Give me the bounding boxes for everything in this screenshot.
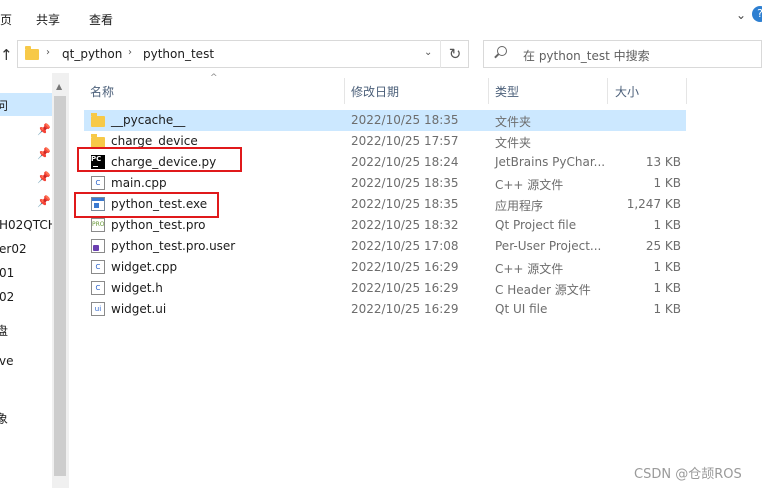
file-name: __pycache__	[111, 113, 186, 127]
column-header-type[interactable]: 类型	[489, 73, 607, 107]
file-row[interactable]: C main.cpp 2022/10/25 18:35 C++ 源文件 1 KB	[84, 173, 686, 194]
file-type: C++ 源文件	[495, 262, 564, 276]
cpp-file-icon: C	[91, 260, 105, 274]
help-icon[interactable]: ?	[752, 6, 762, 22]
file-name: widget.ui	[111, 302, 167, 316]
file-row[interactable]: PRO python_test.pro 2022/10/25 18:32 Qt …	[84, 215, 686, 236]
nav-item[interactable]: 象	[0, 410, 8, 427]
file-row[interactable]: C widget.h 2022/10/25 16:29 C Header 源文件…	[84, 278, 686, 299]
folder-icon	[25, 46, 39, 60]
nav-item[interactable]: 02	[0, 290, 14, 304]
file-type: 文件夹	[495, 115, 532, 129]
ui-file-icon: ui	[91, 302, 105, 316]
file-name: main.cpp	[111, 176, 167, 190]
file-size: 1 KB	[653, 218, 681, 232]
nav-item[interactable]: ve	[0, 354, 13, 368]
file-size: 1 KB	[653, 302, 681, 316]
up-arrow-icon[interactable]: ↑	[0, 46, 13, 64]
sort-ascending-icon: ^	[210, 73, 218, 83]
column-header-size[interactable]: 大小	[608, 73, 686, 107]
refresh-icon[interactable]: ↻	[440, 40, 469, 68]
ribbon: 页 共享 查看 ⌄ ?	[0, 0, 762, 37]
column-divider[interactable]	[686, 78, 687, 104]
file-date: 2022/10/25 16:29	[351, 281, 459, 295]
file-type: C++ 源文件	[495, 178, 564, 192]
collapse-ribbon-chevron-icon[interactable]: ⌄	[733, 8, 749, 24]
address-dropdown-icon[interactable]: ⌄	[424, 47, 432, 58]
file-date: 2022/10/25 16:29	[351, 302, 459, 316]
nav-item[interactable]: 01	[0, 266, 14, 280]
ribbon-tab-view[interactable]: 查看	[89, 11, 113, 28]
column-date-label: 修改日期	[351, 85, 400, 99]
breadcrumb-separator-icon[interactable]: ›	[128, 47, 132, 58]
file-date: 2022/10/25 16:29	[351, 260, 459, 274]
file-date: 2022/10/25 17:57	[351, 134, 459, 148]
file-date: 2022/10/25 18:35	[351, 113, 459, 127]
nav-item[interactable]: er02	[0, 242, 27, 256]
pin-icon: 📌	[37, 123, 51, 136]
file-date: 2022/10/25 18:35	[351, 197, 459, 211]
file-size: 1,247 KB	[626, 197, 681, 211]
ribbon-tab-home[interactable]: 页	[0, 11, 12, 28]
highlight-box-python-test-exe	[74, 192, 219, 218]
cpp-file-icon: C	[91, 176, 105, 190]
ribbon-tab-share[interactable]: 共享	[36, 11, 60, 28]
file-date: 2022/10/25 18:35	[351, 176, 459, 190]
search-placeholder: 在 python_test 中搜索	[523, 49, 650, 63]
column-name-label: 名称	[90, 85, 115, 99]
qt-project-icon: PRO	[91, 218, 105, 232]
breadcrumb-python-test[interactable]: python_test	[143, 47, 214, 61]
file-type: 文件夹	[495, 136, 532, 150]
folder-icon	[91, 113, 105, 127]
breadcrumb-separator-icon[interactable]: ›	[46, 47, 50, 58]
pin-icon: 📌	[37, 147, 51, 160]
file-row[interactable]: C widget.cpp 2022/10/25 16:29 C++ 源文件 1 …	[84, 257, 686, 278]
file-type: Per-User Project...	[495, 239, 602, 253]
search-icon	[497, 46, 507, 56]
file-date: 2022/10/25 17:08	[351, 239, 459, 253]
breadcrumb-qt-python[interactable]: qt_python	[62, 47, 122, 61]
pin-icon: 📌	[37, 195, 51, 208]
file-row[interactable]: ui widget.ui 2022/10/25 16:29 Qt UI file…	[84, 299, 686, 320]
column-type-label: 类型	[495, 85, 520, 99]
file-size: 1 KB	[653, 260, 681, 274]
file-size: 25 KB	[645, 239, 681, 253]
nav-item-quick-access[interactable]: 问	[0, 97, 8, 114]
header-file-icon: C	[91, 281, 105, 295]
nav-item[interactable]: H02QTCH	[0, 218, 57, 232]
column-size-label: 大小	[615, 85, 640, 99]
nav-scrollbar-thumb[interactable]	[54, 96, 66, 476]
file-size: 1 KB	[653, 176, 681, 190]
file-name: charge_device	[111, 134, 198, 148]
scroll-up-arrow-icon[interactable]: ▲	[56, 82, 62, 91]
file-type: Qt Project file	[495, 218, 577, 232]
file-row[interactable]: python_test.pro.user 2022/10/25 17:08 Pe…	[84, 236, 686, 257]
pin-icon: 📌	[37, 171, 51, 184]
file-type: C Header 源文件	[495, 283, 591, 297]
file-type: Qt UI file	[495, 302, 548, 316]
file-name: python_test.pro	[111, 218, 206, 232]
file-type: 应用程序	[495, 199, 544, 213]
file-type: JetBrains PyChar...	[495, 155, 606, 169]
watermark: CSDN @仓颉ROS	[634, 467, 742, 482]
file-date: 2022/10/25 18:32	[351, 218, 459, 232]
file-date: 2022/10/25 18:24	[351, 155, 459, 169]
highlight-box-charge-device-py	[77, 147, 242, 172]
user-project-icon	[91, 239, 105, 253]
file-row[interactable]: __pycache__ 2022/10/25 18:35 文件夹	[84, 110, 686, 131]
column-header-date[interactable]: 修改日期	[345, 73, 488, 107]
file-name: widget.cpp	[111, 260, 178, 274]
file-name: widget.h	[111, 281, 163, 295]
file-name: python_test.pro.user	[111, 239, 236, 253]
file-size: 13 KB	[645, 155, 681, 169]
nav-item[interactable]: 盘	[0, 322, 8, 339]
file-size: 1 KB	[653, 281, 681, 295]
